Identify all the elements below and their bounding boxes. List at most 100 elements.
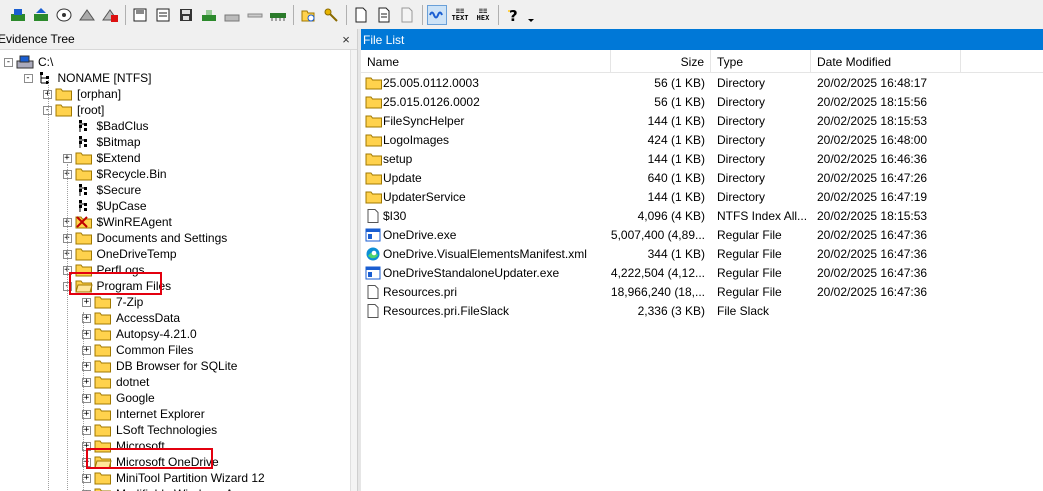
- file-name-cell: OneDrive.VisualElementsManifest.xml: [361, 247, 611, 261]
- tree-node-label: dotnet: [116, 375, 150, 389]
- file-date-modified: 20/02/2025 16:47:26: [817, 170, 928, 185]
- file-list-row[interactable]: OneDrive.VisualElementsManifest.xml 344 (…: [361, 244, 1043, 263]
- file-type: Regular File: [717, 284, 782, 299]
- remote-icon[interactable]: [77, 5, 97, 25]
- node-upcase[interactable]: $UpCase: [63, 198, 149, 214]
- node-winreagent[interactable]: + $WinREAgent: [62, 214, 174, 230]
- tree-node-label: NONAME [NTFS]: [57, 71, 152, 85]
- node-documents-and-settings[interactable]: + Documents and Settings: [62, 230, 230, 246]
- folder-icon: [94, 327, 112, 341]
- node-secure[interactable]: $Secure: [63, 182, 144, 198]
- node-minitool[interactable]: + MiniTool Partition Wizard 12: [82, 470, 267, 486]
- node-onedrivetemp[interactable]: + OneDriveTemp: [62, 246, 179, 262]
- tree-node-label: Modifiable Windows A...: [114, 487, 245, 491]
- node-orphan[interactable]: + [orphan]: [43, 86, 123, 102]
- file-size: 18,966,240 (18,...: [611, 284, 705, 299]
- node-db-browser[interactable]: + DB Browser for SQLite: [82, 358, 239, 374]
- save-icon[interactable]: [130, 5, 150, 25]
- node-internet-explorer[interactable]: + Internet Explorer: [82, 406, 207, 422]
- file-name: Resources.pri.FileSlack: [383, 303, 510, 318]
- node-noname-ntfs[interactable]: - NONAME [NTFS]: [23, 70, 154, 86]
- file-name-cell: Resources.pri.FileSlack: [361, 303, 611, 318]
- wave-view-icon[interactable]: [427, 4, 447, 25]
- add-drive-icon[interactable]: [8, 5, 28, 25]
- file-list-row[interactable]: 25.005.0112.0003 56 (1 KB) Directory 20/02/…: [361, 73, 1043, 92]
- tree-guide-line: [67, 164, 68, 491]
- node-bitmap[interactable]: $Bitmap: [63, 134, 143, 150]
- tree-node-label: $Bitmap: [96, 135, 141, 149]
- key-icon[interactable]: [321, 5, 341, 25]
- column-size[interactable]: Size: [611, 50, 711, 73]
- hdd-icon[interactable]: [245, 5, 265, 25]
- node-autopsy[interactable]: + Autopsy-4.21.0: [82, 326, 199, 342]
- node-common-files[interactable]: + Common Files: [82, 342, 195, 358]
- file-date-modified: 20/02/2025 16:47:19: [817, 189, 928, 204]
- memory-icon[interactable]: [268, 5, 288, 25]
- dropdown-arrow-icon[interactable]: [526, 5, 536, 25]
- node-extend[interactable]: + $Extend: [62, 150, 143, 166]
- expand-icon[interactable]: +: [62, 153, 72, 163]
- node-google[interactable]: + Google: [82, 390, 157, 406]
- file-name-cell: Resources.pri: [361, 284, 611, 299]
- node-7-zip[interactable]: +7-Zip: [82, 294, 145, 310]
- clone-icon[interactable]: [199, 5, 219, 25]
- scanner-icon[interactable]: [222, 5, 242, 25]
- file-list-row[interactable]: Resources.pri.FileSlack 2,336 (3 KB) File …: [361, 301, 1043, 320]
- file-size: 144 (1 KB): [647, 113, 705, 128]
- file-date-modified: 20/02/2025 18:15:56: [817, 94, 928, 109]
- folder-icon: [75, 151, 93, 165]
- file-list-row[interactable]: $I30 4,096 (4 KB) NTFS Index All... 20/02/2…: [361, 206, 1043, 225]
- folder-icon: [55, 87, 73, 101]
- highlight-program-files: [69, 272, 162, 295]
- node-modifiable-windows[interactable]: +Modifiable Windows A...: [82, 486, 245, 491]
- column-type[interactable]: Type: [711, 50, 811, 73]
- column-date-modified[interactable]: Date Modified: [811, 50, 961, 73]
- node-root[interactable]: - [root]: [43, 102, 106, 118]
- folder-icon: [365, 190, 382, 204]
- toolbar-separator: [346, 4, 347, 25]
- file-size: 640 (1 KB): [647, 170, 705, 185]
- new-document-icon[interactable]: [351, 5, 371, 25]
- hex-view-button[interactable]: ≡≡ HEX: [473, 5, 493, 25]
- file-list-row[interactable]: FileSyncHelper 144 (1 KB) Directory 20/02/2…: [361, 111, 1043, 130]
- file-list-row[interactable]: UpdaterService 144 (1 KB) Directory 20/02/2…: [361, 187, 1043, 206]
- help-icon[interactable]: ?: [503, 5, 523, 25]
- node-c-drive[interactable]: - C:\: [4, 54, 55, 70]
- node-lsoft-technologies[interactable]: + LSoft Technologies: [82, 422, 219, 438]
- file-list-row[interactable]: 25.015.0126.0002 56 (1 KB) Directory 20/02/…: [361, 92, 1043, 111]
- file-list-row[interactable]: LogoImages 424 (1 KB) Directory 20/02/2025 …: [361, 130, 1043, 149]
- file-list-row[interactable]: OneDrive.exe 5,007,400 (4,89... Regular Fi…: [361, 225, 1043, 244]
- browse-folder-icon[interactable]: [298, 5, 318, 25]
- network-drive-icon[interactable]: [54, 5, 74, 25]
- report-icon[interactable]: [374, 5, 394, 25]
- close-icon[interactable]: ×: [339, 32, 353, 47]
- disk-icon[interactable]: [176, 5, 196, 25]
- node-accessdata[interactable]: + AccessData: [82, 310, 182, 326]
- properties-icon[interactable]: [397, 5, 417, 25]
- export-icon[interactable]: [153, 5, 173, 25]
- expand-icon[interactable]: +: [82, 297, 91, 307]
- folder-icon: [94, 407, 112, 421]
- tree-node-label: $UpCase: [96, 199, 147, 213]
- node-dotnet[interactable]: + dotnet: [82, 374, 151, 390]
- file-name-cell: setup: [361, 152, 611, 166]
- text-view-button[interactable]: ≡≡ TEXT: [450, 5, 470, 25]
- add-image-icon[interactable]: [31, 5, 51, 25]
- system-file-icon: [75, 183, 93, 197]
- toolbar-separator: [422, 4, 423, 25]
- collapse-icon[interactable]: -: [23, 73, 33, 83]
- collapse-icon[interactable]: -: [4, 57, 13, 67]
- column-name[interactable]: Name: [361, 50, 611, 73]
- file-list-row[interactable]: OneDriveStandaloneUpdater.exe 4,222,504 (…: [361, 263, 1043, 282]
- file-list-row[interactable]: setup 144 (1 KB) Directory 20/02/2025 16:46…: [361, 149, 1043, 168]
- file-list-row[interactable]: Update 640 (1 KB) Directory 20/02/2025 16:4…: [361, 168, 1043, 187]
- file-name-cell: 25.015.0126.0002: [361, 95, 611, 109]
- node-badclus[interactable]: $BadClus: [63, 118, 151, 134]
- tree-node-label: DB Browser for SQLite: [116, 359, 238, 373]
- tree-scrollbar[interactable]: [350, 50, 357, 491]
- file-list-row[interactable]: Resources.pri 18,966,240 (18,... Regular F…: [361, 282, 1043, 301]
- node-recycle-bin[interactable]: + $Recycle.Bin: [62, 166, 169, 182]
- file-type: Regular File: [717, 265, 782, 280]
- remove-icon[interactable]: [100, 5, 120, 25]
- file-date-modified: 20/02/2025 16:48:17: [817, 75, 928, 90]
